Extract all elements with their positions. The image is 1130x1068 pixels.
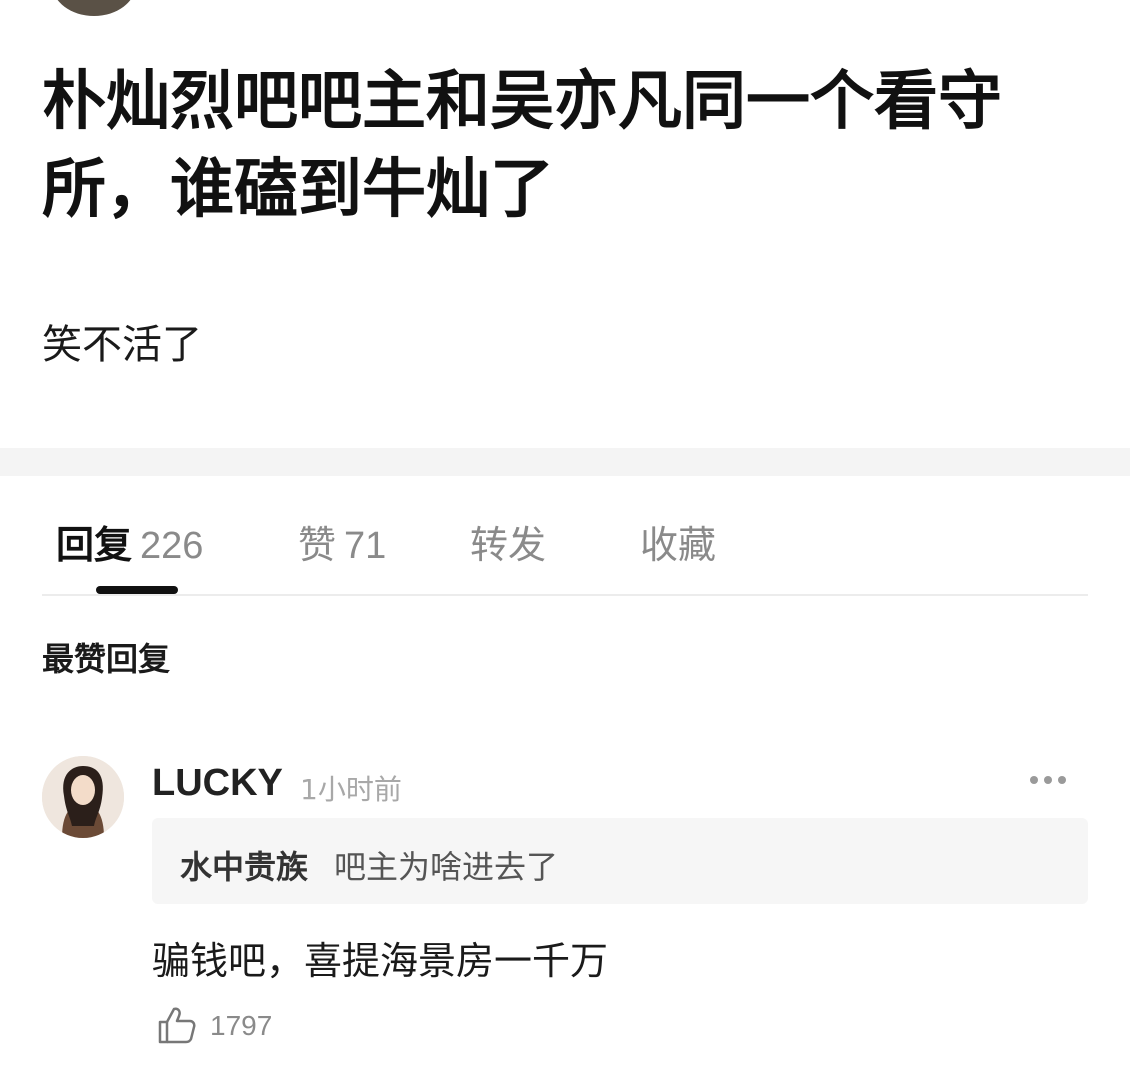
tab-reply-count: 226 bbox=[140, 525, 204, 567]
active-tab-indicator bbox=[96, 586, 178, 594]
more-icon-glyph bbox=[1030, 776, 1066, 784]
top-author-bar bbox=[0, 0, 1130, 20]
post-title: 朴灿烈吧吧主和吴亦凡同一个看守所，谁磕到牛灿了 bbox=[42, 65, 1002, 227]
comment-timestamp: 1小时前 bbox=[300, 773, 402, 806]
tab-share[interactable]: 转发 bbox=[470, 514, 546, 569]
section-divider bbox=[0, 448, 1130, 476]
quoted-text: 吧主为啥进去了 bbox=[334, 848, 559, 886]
post-body: 笑不活了 bbox=[42, 322, 202, 368]
comment-username[interactable]: LUCKY bbox=[152, 762, 283, 805]
tab-favorite[interactable]: 收藏 bbox=[640, 514, 716, 569]
tab-divider bbox=[42, 594, 1088, 596]
like-count: 1797 bbox=[210, 1010, 273, 1041]
comment-text: 骗钱吧，喜提海景房一千万 bbox=[152, 939, 609, 983]
quoted-reply[interactable]: 水中贵族 吧主为啥进去了 bbox=[152, 818, 1088, 904]
tab-favorite-label: 收藏 bbox=[640, 523, 717, 567]
tab-like-count: 71 bbox=[344, 525, 387, 567]
tab-bar: 回复 226 赞 71 转发 收藏 bbox=[0, 500, 1130, 590]
author-avatar[interactable] bbox=[52, 0, 136, 16]
tab-like-label: 赞 bbox=[298, 523, 337, 567]
comment-item: LUCKY 1小时前 水中贵族 吧主为啥进去了 骗钱吧，喜提海景房一千万 179… bbox=[0, 740, 1130, 1060]
quoted-author[interactable]: 水中贵族 bbox=[180, 842, 308, 888]
tab-reply-label: 回复 bbox=[56, 523, 133, 567]
tab-reply[interactable]: 回复 226 bbox=[56, 514, 203, 569]
more-icon[interactable] bbox=[1026, 770, 1070, 790]
section-title: 最赞回复 bbox=[42, 640, 171, 678]
thumbs-up-icon[interactable] bbox=[156, 1004, 198, 1046]
avatar-image bbox=[42, 756, 124, 838]
thumbs-up-glyph bbox=[158, 1007, 196, 1044]
avatar[interactable] bbox=[42, 756, 124, 838]
tab-share-label: 转发 bbox=[470, 523, 547, 567]
tab-like[interactable]: 赞 71 bbox=[298, 514, 386, 569]
